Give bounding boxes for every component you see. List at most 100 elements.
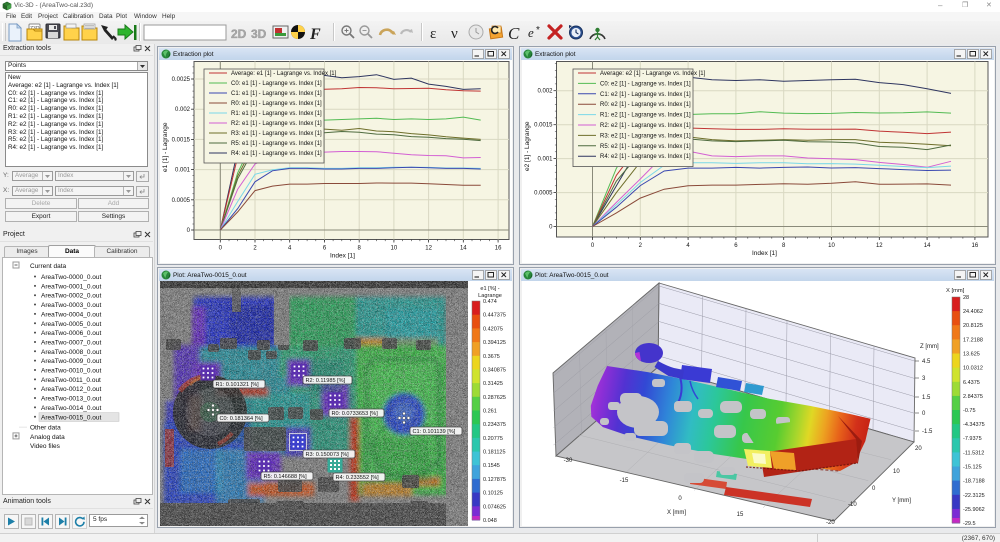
svg-text:-29.5: -29.5 — [963, 521, 976, 526]
svg-text:AreaTwo-0015_0.out: AreaTwo-0015_0.out — [41, 414, 102, 421]
svg-text:Z [mm]: Z [mm] — [920, 344, 939, 350]
svg-text:e: e — [528, 25, 534, 40]
svg-text:C0: 0.181364 [%]: C0: 0.181364 [%] — [220, 416, 264, 422]
svg-text:-7.9375: -7.9375 — [963, 436, 982, 442]
svg-text:0.287625: 0.287625 — [483, 395, 506, 401]
svg-text:F: F — [309, 26, 321, 43]
svg-text:*: * — [536, 25, 540, 36]
svg-text:AreaTwo-0014_0.out: AreaTwo-0014_0.out — [41, 405, 102, 412]
svg-text:R2: e1 [1] - Lagrange vs. Inde: R2: e1 [1] - Lagrange vs. Index [1] — [231, 121, 322, 127]
svg-text:AreaTwo-0012_0.out: AreaTwo-0012_0.out — [41, 386, 102, 393]
svg-text:-22.3125: -22.3125 — [963, 493, 985, 499]
svg-text:C: C — [508, 24, 520, 43]
svg-text:4.5: 4.5 — [922, 359, 931, 365]
svg-text:X [mm]: X [mm] — [946, 288, 965, 294]
svg-text:0.234375: 0.234375 — [483, 422, 506, 428]
svg-text:e2 [1] - Lagrange: e2 [1] - Lagrange — [524, 121, 531, 171]
svg-text:6.4375: 6.4375 — [963, 380, 980, 386]
svg-text:C1: 0.101139 [%]: C1: 0.101139 [%] — [413, 429, 456, 435]
svg-text:R3: e1 [1] - Lagrange vs. Inde: R3: e1 [1] - Lagrange vs. Index [1] — [231, 131, 322, 137]
svg-text:R3: e2 [1] - Lagrange vs. Inde: R3: e2 [1] - Lagrange vs. Index [1] — [600, 133, 691, 139]
svg-text:R5: e1 [1] - Lagrange vs. Inde: R5: e1 [1] - Lagrange vs. Index [1] — [231, 141, 322, 147]
svg-text:X [mm]: X [mm] — [667, 510, 686, 516]
svg-text:0.10125: 0.10125 — [483, 491, 503, 497]
svg-text:3D: 3D — [251, 27, 267, 41]
svg-text:Average: e1 [1] - Lagrange vs.: Average: e1 [1] - Lagrange vs. Index [1] — [231, 71, 337, 77]
svg-text:AreaTwo-0004_0.out: AreaTwo-0004_0.out — [41, 311, 102, 318]
svg-text:AreaTwo-0005_0.out: AreaTwo-0005_0.out — [41, 321, 102, 328]
svg-text:R0: 0.0733653 [%]: R0: 0.0733653 [%] — [332, 411, 379, 417]
svg-text:-11.5312: -11.5312 — [963, 450, 984, 456]
svg-text:e1 [1] - Lagrange: e1 [1] - Lagrange — [162, 122, 169, 172]
svg-text:C0: e1 [1] - Lagrange vs. Inde: C0: e1 [1] - Lagrange vs. Index [1] — [231, 81, 322, 87]
svg-text:14: 14 — [460, 246, 467, 252]
svg-text:0.001: 0.001 — [537, 157, 553, 163]
svg-text:-1.5: -1.5 — [922, 429, 933, 435]
svg-text:0.42075: 0.42075 — [483, 326, 503, 332]
svg-text:R1: e1 [1] - Lagrange vs. Inde: R1: e1 [1] - Lagrange vs. Index [1] — [231, 111, 322, 117]
svg-text:AreaTwo-0011_0.out: AreaTwo-0011_0.out — [41, 377, 101, 384]
svg-text:C1: e1 [1] - Lagrange vs. Inde: C1: e1 [1] - Lagrange vs. Index [1] — [231, 91, 322, 97]
svg-text:13.625: 13.625 — [963, 352, 980, 358]
svg-text:12: 12 — [425, 246, 432, 252]
svg-text:16: 16 — [972, 243, 979, 249]
svg-text:AreaTwo-0003_0.out: AreaTwo-0003_0.out — [41, 302, 102, 309]
svg-text:AreaTwo-0009_0.out: AreaTwo-0009_0.out — [41, 358, 102, 365]
svg-text:Other data: Other data — [30, 425, 61, 432]
svg-text:R4: 0.233552 [%]: R4: 0.233552 [%] — [336, 475, 380, 481]
svg-text:Index [1]: Index [1] — [330, 253, 355, 260]
svg-text:Average: e2 [1] - Lagrange vs.: Average: e2 [1] - Lagrange vs. Index [1] — [600, 71, 706, 77]
svg-text:-0.75: -0.75 — [963, 408, 976, 414]
svg-text:0.074625: 0.074625 — [483, 504, 506, 510]
svg-text:Current data: Current data — [30, 263, 67, 270]
svg-text:Video files: Video files — [30, 443, 61, 450]
svg-text:Analog data: Analog data — [30, 434, 65, 441]
svg-text:ν: ν — [451, 26, 458, 42]
svg-text:15: 15 — [737, 512, 744, 518]
svg-text:AreaTwo-0010_0.out: AreaTwo-0010_0.out — [41, 368, 102, 375]
svg-text:-4.34375: -4.34375 — [963, 422, 985, 428]
svg-text:AreaTwo-0002_0.out: AreaTwo-0002_0.out — [41, 293, 102, 300]
svg-text:0.20775: 0.20775 — [483, 436, 503, 442]
svg-text:R4: e1 [1] - Lagrange vs. Inde: R4: e1 [1] - Lagrange vs. Index [1] — [231, 151, 322, 157]
svg-text:AreaTwo-0008_0.out: AreaTwo-0008_0.out — [41, 349, 102, 356]
svg-text:0.3675: 0.3675 — [483, 354, 500, 360]
svg-text:R4: e2 [1] - Lagrange vs. Inde: R4: e2 [1] - Lagrange vs. Index [1] — [600, 154, 691, 160]
svg-text:R5: e2 [1] - Lagrange vs. Inde: R5: e2 [1] - Lagrange vs. Index [1] — [600, 144, 691, 150]
svg-text:-18.7188: -18.7188 — [963, 479, 985, 485]
svg-text:R3: 0.150073 [%]: R3: 0.150073 [%] — [306, 452, 350, 458]
svg-text:C0: e2 [1] - Lagrange vs. Inde: C0: e2 [1] - Lagrange vs. Index [1] — [600, 81, 691, 87]
svg-text:12: 12 — [876, 243, 883, 249]
svg-text:0.0015: 0.0015 — [534, 123, 553, 129]
svg-text:20: 20 — [915, 446, 922, 452]
svg-text:10: 10 — [893, 469, 900, 475]
svg-text:R2: 0.11985 [%]: R2: 0.11985 [%] — [306, 378, 346, 384]
svg-text:0.181125: 0.181125 — [483, 450, 506, 456]
svg-text:AreaTwo-0007_0.out: AreaTwo-0007_0.out — [41, 339, 102, 346]
svg-text:0.0005: 0.0005 — [534, 191, 553, 197]
svg-text:0.0025: 0.0025 — [172, 77, 191, 83]
svg-text:e1 [%] -: e1 [%] - — [480, 286, 499, 292]
svg-text:16: 16 — [495, 246, 502, 252]
svg-text:0.0005: 0.0005 — [172, 198, 191, 204]
svg-text:R0: e1 [1] - Lagrange vs. Inde: R0: e1 [1] - Lagrange vs. Index [1] — [231, 101, 322, 107]
svg-text:28: 28 — [963, 295, 969, 301]
svg-text:0.1545: 0.1545 — [483, 463, 500, 469]
svg-text:0.394125: 0.394125 — [483, 340, 506, 346]
svg-text:-30: -30 — [564, 458, 573, 464]
svg-text:0.002: 0.002 — [175, 107, 191, 113]
svg-text:AreaTwo-0001_0.out: AreaTwo-0001_0.out — [41, 283, 102, 290]
svg-text:-10: -10 — [848, 502, 857, 508]
svg-text:10.0312: 10.0312 — [963, 366, 983, 372]
svg-text:20.8125: 20.8125 — [963, 323, 983, 329]
svg-text:R1: e2 [1] - Lagrange vs. Inde: R1: e2 [1] - Lagrange vs. Index [1] — [600, 113, 691, 119]
svg-text:ε: ε — [430, 26, 436, 42]
svg-text:R0: e2 [1] - Lagrange vs. Inde: R0: e2 [1] - Lagrange vs. Index [1] — [600, 102, 691, 108]
svg-text:C1: e2 [1] - Lagrange vs. Inde: C1: e2 [1] - Lagrange vs. Index [1] — [600, 92, 691, 98]
svg-text:10: 10 — [391, 246, 398, 252]
svg-text:AreaTwo-0006_0.out: AreaTwo-0006_0.out — [41, 330, 102, 337]
svg-text:0.340875: 0.340875 — [483, 367, 506, 373]
svg-text:R2: e2 [1] - Lagrange vs. Inde: R2: e2 [1] - Lagrange vs. Index [1] — [600, 123, 691, 129]
svg-text:1.5: 1.5 — [922, 395, 931, 401]
svg-text:AreaTwo-0000_0.out: AreaTwo-0000_0.out — [41, 274, 102, 281]
